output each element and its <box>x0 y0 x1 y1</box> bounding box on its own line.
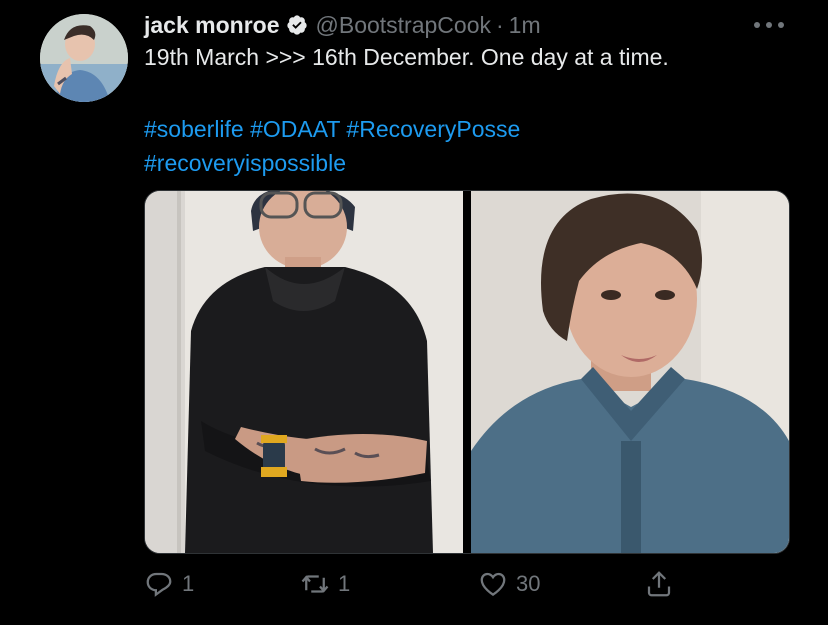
reply-action[interactable]: 1 <box>144 566 194 602</box>
like-count: 30 <box>516 571 541 596</box>
share-icon <box>647 571 671 597</box>
timestamp[interactable]: 1m <box>509 12 541 39</box>
tweet-text: 19th March >>> 16th December. One day at… <box>144 44 669 70</box>
reply-icon <box>146 572 172 597</box>
more-icon[interactable] <box>752 18 786 32</box>
retweet-icon <box>301 575 329 593</box>
photo-before[interactable] <box>145 191 463 553</box>
verified-badge-icon <box>286 15 307 35</box>
like-icon <box>480 572 506 596</box>
media-grid <box>144 190 790 554</box>
like-action[interactable]: 30 <box>478 566 540 602</box>
hashtag-link[interactable]: #soberlife <box>144 116 244 142</box>
tweet-header: jack monroe @BootstrapCook · 1m <box>144 8 758 42</box>
tweet-actions: 1 1 30 <box>144 566 671 602</box>
hashtag-link[interactable]: #ODAAT <box>250 116 340 142</box>
share-action[interactable] <box>644 566 674 602</box>
author-avatar[interactable] <box>40 14 128 102</box>
hashtag-link[interactable]: #recoveryispossible <box>144 150 346 176</box>
retweet-action[interactable]: 1 <box>300 566 350 602</box>
hashtag-list: #soberlife #ODAAT #RecoveryPosse #recove… <box>144 112 704 180</box>
author-handle[interactable]: @BootstrapCook <box>316 12 492 39</box>
hashtag-link[interactable]: #RecoveryPosse <box>346 116 520 142</box>
photo-after[interactable] <box>471 191 789 553</box>
separator-dot: · <box>496 11 504 38</box>
retweet-count: 1 <box>338 571 351 596</box>
photo-divider <box>463 191 471 553</box>
reply-count: 1 <box>182 571 195 596</box>
author-name[interactable]: jack monroe <box>144 12 280 39</box>
